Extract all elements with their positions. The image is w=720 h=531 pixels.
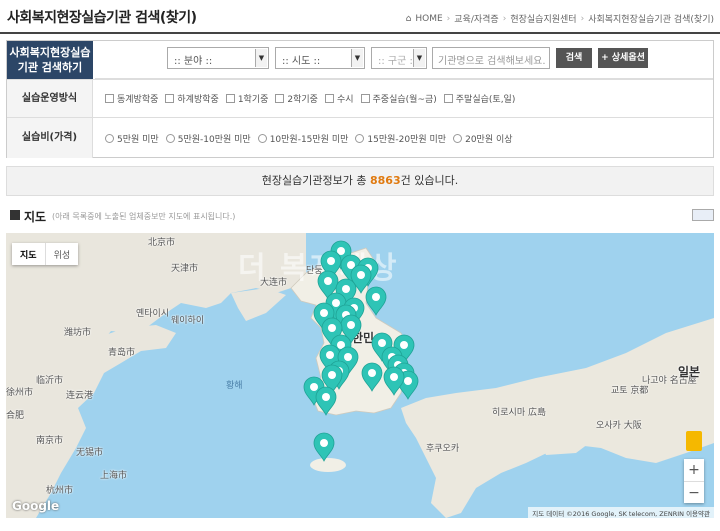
breadcrumb-separator: › xyxy=(446,13,451,24)
method-option-label: 동계방학중 xyxy=(117,95,159,105)
search-panel-label: 사회복지현장실습 기관 검색하기 xyxy=(7,41,93,79)
method-options: 동계방학중 하계방학중 1학기중 2학기중 수시 주중실습(월~금) 주말실습(토,일) xyxy=(105,92,522,105)
home-icon[interactable]: ⌂ xyxy=(406,14,412,24)
header-divider xyxy=(0,32,720,34)
method-option-label: 주중실습(월~금) xyxy=(372,95,437,105)
radio[interactable] xyxy=(105,134,114,143)
cost-option[interactable]: 20만원 이상 xyxy=(453,132,513,145)
map-marker[interactable] xyxy=(365,286,387,316)
map-bullet-icon xyxy=(10,210,20,220)
map-section-title: 지도 xyxy=(24,210,47,224)
gugun-select[interactable]: :: 구군 :: ▼ xyxy=(371,47,427,69)
map-view-switch-icon[interactable] xyxy=(692,209,714,221)
cost-option-label: 5만원 미만 xyxy=(117,135,159,145)
map[interactable]: 지도 위성 더 복지세상 北京市 天津市 大连市 단둥 옌타이시 웨이하이 潍坊… xyxy=(6,233,714,518)
breadcrumb-separator: › xyxy=(580,13,585,24)
method-option[interactable]: 하계방학중 xyxy=(165,92,219,105)
google-logo: Google xyxy=(12,499,60,513)
radio[interactable] xyxy=(165,134,175,143)
street-view-pegman-icon[interactable] xyxy=(686,431,702,451)
zoom-out-button[interactable]: − xyxy=(684,481,704,503)
detail-options-button[interactable]: + 상세옵션 xyxy=(598,48,648,68)
map-marker[interactable] xyxy=(361,362,383,392)
zoom-in-button[interactable]: + xyxy=(684,459,704,481)
breadcrumb-education[interactable]: 교육/자격증 xyxy=(454,12,498,25)
method-option-label: 하계방학중 xyxy=(177,95,219,105)
method-option[interactable]: 1학기중 xyxy=(225,92,269,105)
search-label-line1: 사회복지현장실습 xyxy=(9,46,91,59)
result-count-suffix: 건 있습니다. xyxy=(400,174,459,187)
map-marker[interactable] xyxy=(313,432,335,462)
method-option[interactable]: 동계방학중 xyxy=(105,92,158,105)
sido-select-value: :: 시도 :: xyxy=(282,56,321,67)
cost-option-label: 15만원-20만원 미만 xyxy=(367,135,447,145)
cost-filter-label: 실습비(가격) xyxy=(7,118,93,158)
checkbox[interactable] xyxy=(360,94,370,103)
gugun-select-value: :: 구군 :: xyxy=(378,56,417,67)
cost-option[interactable]: 5만원 미만 xyxy=(105,132,159,145)
method-option[interactable]: 수시 xyxy=(324,92,354,105)
method-option[interactable]: 2학기중 xyxy=(275,92,318,105)
chevron-down-icon: ▼ xyxy=(413,49,425,67)
method-option-label: 수시 xyxy=(336,95,354,105)
breadcrumb-home[interactable]: HOME xyxy=(415,14,442,24)
method-option[interactable]: 주중실습(월~금) xyxy=(360,92,437,105)
map-attribution[interactable]: 지도 데이터 ©2016 Google, SK telecom, ZENRIN … xyxy=(528,507,714,518)
field-select-value: :: 분야 :: xyxy=(174,56,213,67)
map-section-note: (아래 목록중에 노출된 업체중보만 지도에 표시됩니다.) xyxy=(52,212,236,221)
breadcrumb-current: 사회복지현장실습기관 검색(찾기) xyxy=(588,15,714,25)
map-section-header: 지도 (아래 목록중에 노출된 업체중보만 지도에 표시됩니다.) xyxy=(10,208,714,226)
cost-option[interactable]: 15만원-20만원 미만 xyxy=(355,132,446,145)
field-select[interactable]: :: 분야 :: ▼ xyxy=(167,47,269,69)
page-title: 사회복지현장실습기관 검색(찾기) xyxy=(7,10,197,26)
search-label-line2: 기관 검색하기 xyxy=(17,61,83,74)
page-header: 사회복지현장실습기관 검색(찾기) ⌂ HOME › 교육/자격증 › 현장실습… xyxy=(0,0,720,34)
keyword-input[interactable]: 기관명으로 검색해보세요. xyxy=(432,47,550,69)
checkbox[interactable] xyxy=(275,94,285,103)
map-marker[interactable] xyxy=(315,386,337,416)
cost-option-label: 10만원-15만원 미만 xyxy=(269,135,349,145)
search-row: :: 분야 :: ▼ :: 시도 :: ▼ :: 구군 :: ▼ 기관명으로 검… xyxy=(95,41,713,79)
markers-layer xyxy=(303,240,419,462)
cost-option-label: 5만원-10만원 미만 xyxy=(177,135,251,145)
checkbox[interactable] xyxy=(165,94,175,103)
radio[interactable] xyxy=(257,134,267,143)
cost-option[interactable]: 5만원-10만원 미만 xyxy=(165,132,251,145)
checkbox[interactable] xyxy=(443,94,453,103)
chevron-down-icon: ▼ xyxy=(351,49,363,67)
cost-filter-row: 실습비(가격) 5만원 미만 5만원-10만원 미만 10만원-15만원 미만 15만… xyxy=(7,117,713,158)
cost-option[interactable]: 10만원-15만원 미만 xyxy=(257,132,349,145)
radio[interactable] xyxy=(355,134,365,143)
sido-select[interactable]: :: 시도 :: ▼ xyxy=(275,47,365,69)
result-count: 8863 xyxy=(369,174,401,187)
breadcrumb-center[interactable]: 현장실습지원센터 xyxy=(510,12,576,25)
breadcrumb-separator: › xyxy=(502,13,507,24)
cost-options: 5만원 미만 5만원-10만원 미만 10만원-15만원 미만 15만원-20만원 미… xyxy=(105,132,520,145)
method-option-label: 1학기중 xyxy=(237,95,269,105)
method-filter-label: 실습운영방식 xyxy=(7,80,93,118)
search-panel: 사회복지현장실습 기관 검색하기 :: 분야 :: ▼ :: 시도 :: ▼ :… xyxy=(6,40,714,158)
method-option-label: 2학기중 xyxy=(287,95,318,105)
method-option[interactable]: 주말실습(토,일) xyxy=(443,92,516,105)
method-filter-row: 실습운영방식 동계방학중 하계방학중 1학기중 2학기중 수시 주중실습(월~금) 주말실습… xyxy=(7,79,713,118)
checkbox[interactable] xyxy=(225,94,235,103)
chevron-down-icon: ▼ xyxy=(255,49,267,67)
breadcrumb: ⌂ HOME › 교육/자격증 › 현장실습지원센터 › 사회복지현장실습기관 … xyxy=(406,12,714,26)
checkbox[interactable] xyxy=(324,94,334,103)
result-count-prefix: 현장실습기관정보가 총 xyxy=(261,174,370,187)
map-marker[interactable] xyxy=(383,366,405,396)
radio[interactable] xyxy=(453,134,463,143)
zoom-control: + − xyxy=(684,459,704,503)
cost-option-label: 20만원 이상 xyxy=(465,135,513,145)
search-button[interactable]: 검색 xyxy=(556,48,592,68)
checkbox[interactable] xyxy=(105,94,114,103)
method-option-label: 주말실습(토,일) xyxy=(455,95,516,105)
result-count-bar: 현장실습기관정보가 총 8863건 있습니다. xyxy=(6,166,714,196)
